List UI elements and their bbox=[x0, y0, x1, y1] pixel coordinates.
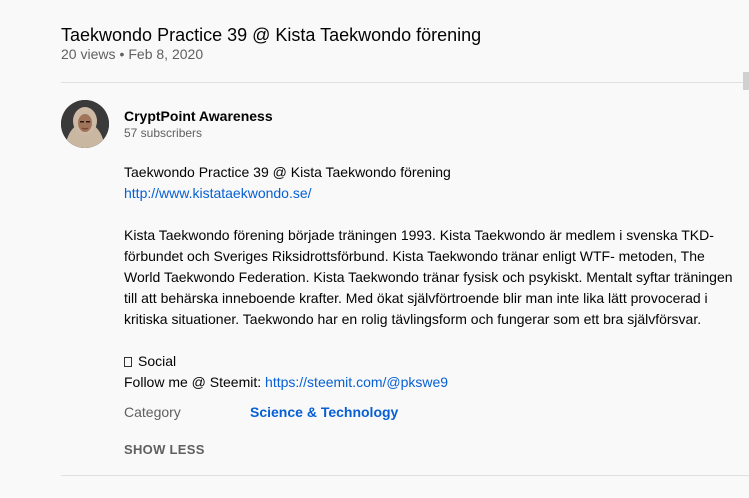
description-line: Kista Taekwondo förening började träning… bbox=[124, 227, 714, 243]
description-line: kritiska situationer. Taekwondo har en r… bbox=[124, 311, 702, 327]
description-line: förbundet och Sveriges Riksidrottsförbun… bbox=[124, 248, 705, 264]
publish-date: Feb 8, 2020 bbox=[128, 46, 204, 62]
category-label: Category bbox=[124, 404, 181, 420]
follow-prefix: Follow me @ Steemit: bbox=[124, 374, 266, 390]
description-title-line: Taekwondo Practice 39 @ Kista Taekwondo … bbox=[124, 164, 451, 180]
channel-name[interactable]: CryptPoint Awareness bbox=[124, 107, 273, 125]
video-title: Taekwondo Practice 39 @ Kista Taekwondo … bbox=[61, 25, 482, 46]
description-line: World Taekwondo Federation. Kista Taekwo… bbox=[124, 269, 733, 285]
description-social: Social Follow me @ Steemit: https://stee… bbox=[124, 351, 744, 393]
view-count: 20 views bbox=[61, 46, 116, 62]
description-paragraph: Kista Taekwondo förening började träning… bbox=[124, 225, 744, 330]
show-less-button[interactable]: SHOW LESS bbox=[124, 441, 205, 459]
steemit-link[interactable]: https://steemit.com/@pkswe9 bbox=[265, 374, 448, 390]
social-label: Social bbox=[138, 353, 177, 369]
description-line: till att behärska inneboende krafter. Me… bbox=[124, 290, 708, 306]
channel-avatar[interactable] bbox=[61, 100, 109, 148]
scrollbar-thumb[interactable] bbox=[743, 72, 749, 90]
website-link[interactable]: http://www.kistataekwondo.se/ bbox=[124, 185, 312, 201]
description-header: Taekwondo Practice 39 @ Kista Taekwondo … bbox=[124, 162, 744, 204]
missing-glyph-icon bbox=[124, 357, 132, 367]
avatar-woman-hijab-icon bbox=[61, 100, 109, 148]
video-info: 20 views • Feb 8, 2020 bbox=[61, 45, 203, 63]
info-separator: • bbox=[119, 46, 125, 62]
top-divider bbox=[61, 82, 749, 83]
video-details-page: Taekwondo Practice 39 @ Kista Taekwondo … bbox=[0, 0, 749, 498]
category-link[interactable]: Science & Technology bbox=[250, 402, 398, 422]
bottom-divider bbox=[61, 475, 749, 476]
subscriber-count: 57 subscribers bbox=[124, 126, 203, 140]
